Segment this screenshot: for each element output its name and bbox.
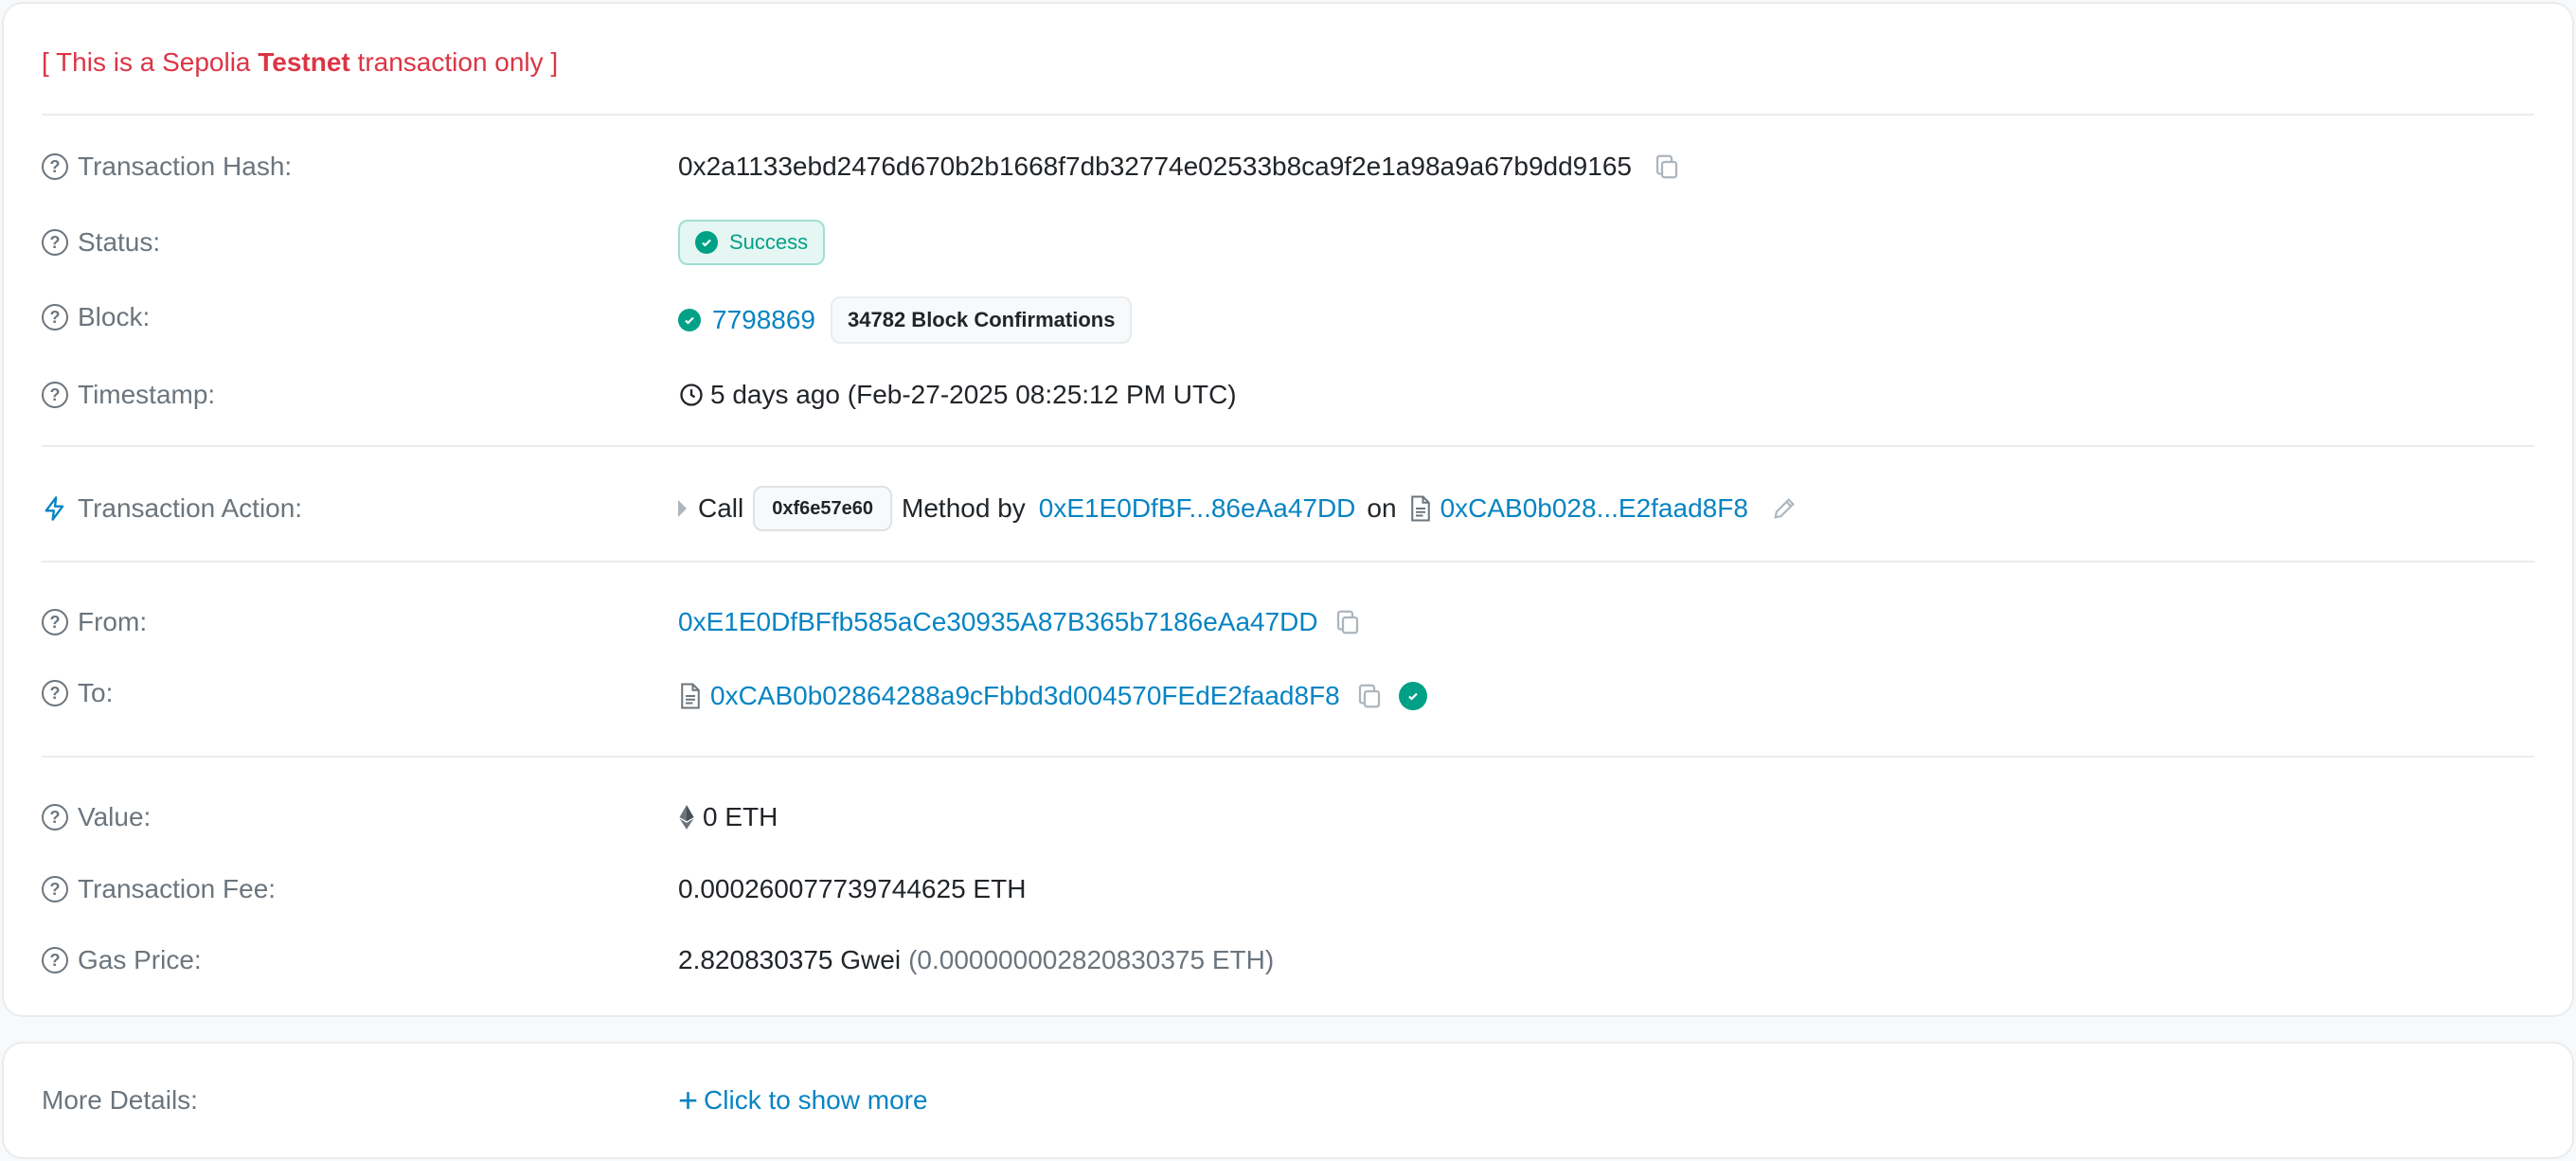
row-to: ? To: 0xCAB0b02864288a9cFbbd3d004570FEdE… bbox=[42, 670, 2534, 723]
help-icon[interactable]: ? bbox=[42, 804, 68, 831]
row-more-details: More Details: + Click to show more bbox=[42, 1074, 2534, 1127]
contract-document-icon bbox=[1408, 494, 1433, 523]
help-icon[interactable]: ? bbox=[42, 680, 68, 706]
row-status: ? Status: Success bbox=[42, 216, 2534, 269]
divider bbox=[42, 445, 2534, 447]
timestamp-value: 5 days ago (Feb-27-2025 08:25:12 PM UTC) bbox=[710, 380, 1237, 409]
row-timestamp: ? Timestamp: 5 days ago (Feb-27-2025 08:… bbox=[42, 368, 2534, 421]
row-transaction-hash: ? Transaction Hash: 0x2a1133ebd2476d670b… bbox=[42, 140, 2534, 193]
more-details-card: More Details: + Click to show more bbox=[2, 1042, 2574, 1159]
divider bbox=[42, 561, 2534, 563]
copy-icon[interactable] bbox=[1333, 608, 1362, 636]
check-circle-icon bbox=[678, 309, 701, 331]
block-confirmations-badge: 34782 Block Confirmations bbox=[831, 296, 1133, 344]
divider bbox=[42, 114, 2534, 116]
row-value: ? Value: 0 ETH bbox=[42, 791, 2534, 844]
contract-document-icon bbox=[678, 682, 703, 710]
row-gas-price: ? Gas Price: 2.820830375 Gwei (0.0000000… bbox=[42, 934, 2534, 987]
from-address-link[interactable]: 0xE1E0DfBFfb585aCe30935A87B365b7186eAa47… bbox=[678, 607, 1318, 637]
plus-icon: + bbox=[678, 1081, 699, 1119]
gas-price-eth: (0.000000002820830375 ETH) bbox=[908, 945, 1275, 974]
help-icon[interactable]: ? bbox=[42, 609, 68, 635]
help-icon[interactable]: ? bbox=[42, 947, 68, 973]
status-badge: Success bbox=[678, 220, 826, 265]
help-icon[interactable]: ? bbox=[42, 229, 68, 256]
show-more-link[interactable]: + Click to show more bbox=[678, 1083, 928, 1117]
lightning-icon bbox=[42, 495, 68, 522]
copy-icon[interactable] bbox=[1355, 682, 1384, 710]
ethereum-icon bbox=[678, 804, 695, 831]
method-id-badge: 0xf6e57e60 bbox=[753, 486, 893, 531]
copy-icon[interactable] bbox=[1653, 152, 1681, 181]
value-amount: 0 ETH bbox=[703, 802, 778, 831]
transaction-fee-value: 0.000260077739744625 ETH bbox=[678, 874, 1027, 903]
more-details-label: More Details: bbox=[42, 1085, 198, 1115]
gas-price-gwei: 2.820830375 Gwei bbox=[678, 945, 902, 974]
row-transaction-fee: ? Transaction Fee: 0.000260077739744625 … bbox=[42, 863, 2534, 916]
to-address-link[interactable]: 0xCAB0b02864288a9cFbbd3d004570FEdE2faad8… bbox=[710, 681, 1340, 711]
expand-caret-icon[interactable] bbox=[678, 500, 687, 517]
row-from: ? From: 0xE1E0DfBFfb585aCe30935A87B365b7… bbox=[42, 596, 2534, 649]
help-icon[interactable]: ? bbox=[42, 153, 68, 180]
verified-contract-icon bbox=[1398, 682, 1427, 710]
from-address-short-link[interactable]: 0xE1E0DfBF...86eAa47DD bbox=[1039, 493, 1356, 524]
help-icon[interactable]: ? bbox=[42, 304, 68, 330]
row-block: ? Block: 7798869 34782 Block Confirmatio… bbox=[42, 294, 2534, 347]
help-icon[interactable]: ? bbox=[42, 382, 68, 408]
help-icon[interactable]: ? bbox=[42, 876, 68, 902]
edit-pencil-icon[interactable] bbox=[1771, 495, 1798, 522]
clock-icon bbox=[678, 382, 705, 408]
row-transaction-action: Transaction Action: Call 0xf6e57e60 Meth… bbox=[42, 482, 2534, 535]
divider bbox=[42, 756, 2534, 758]
testnet-banner: [ This is a Sepolia Testnet transaction … bbox=[42, 47, 559, 77]
to-address-short-link[interactable]: 0xCAB0b028...E2faad8F8 bbox=[1440, 493, 1748, 524]
block-number-link[interactable]: 7798869 bbox=[712, 305, 815, 335]
transaction-overview-card: [ This is a Sepolia Testnet transaction … bbox=[2, 2, 2574, 1017]
transaction-hash-value: 0x2a1133ebd2476d670b2b1668f7db32774e0253… bbox=[678, 152, 1632, 181]
check-circle-icon bbox=[695, 231, 718, 254]
